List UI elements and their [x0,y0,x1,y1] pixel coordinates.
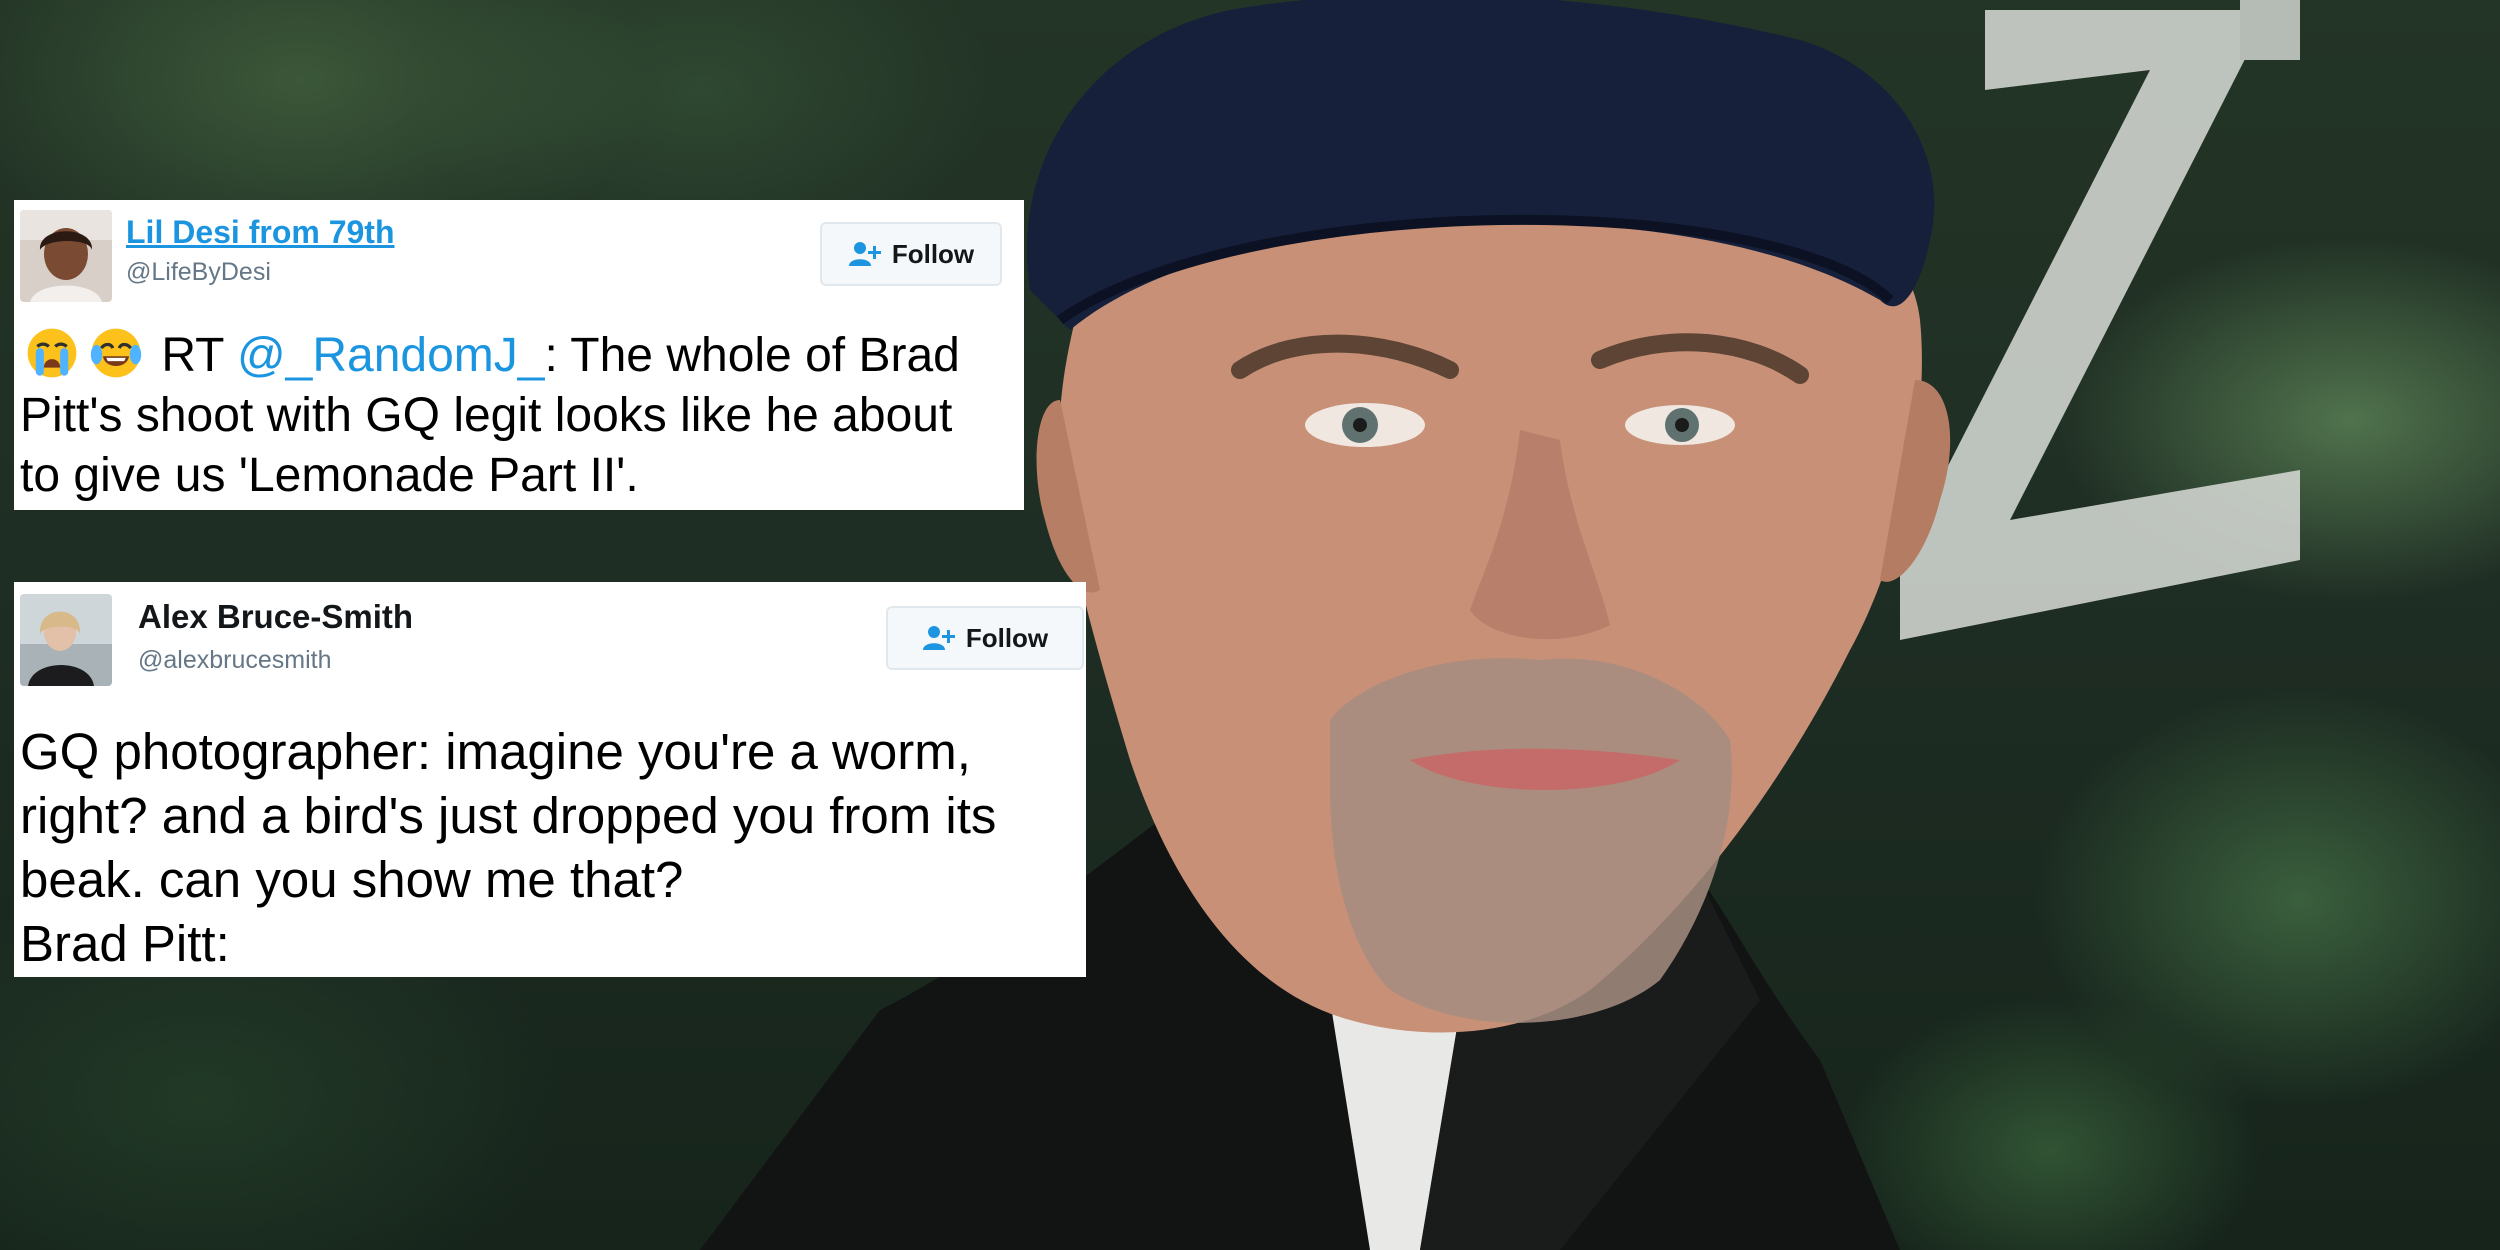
tweet-card-alex-bruce-smith: Alex Bruce-Smith @alexbrucesmith Follow … [14,582,1086,977]
speech-bubble-tail [920,975,1090,1035]
tweet-text: RT @_RandomJ_: The whole of Brad Pitt's … [20,326,1020,506]
user-handle[interactable]: @LifeByDesi [126,258,271,287]
display-name[interactable]: Lil Desi from 79th [126,214,395,251]
follow-label: Follow [891,238,975,269]
tweet-text: GQ photographer: imagine you're a worm, … [20,720,1082,976]
tweet-line-1-rest: : The whole of Brad [544,329,960,382]
tweet-line-2: Pitt's shoot with GQ legit looks like he… [20,389,953,442]
loudly-crying-face-icon [20,327,84,379]
add-user-icon [848,241,882,267]
avatar[interactable] [20,210,112,302]
rt-prefix: RT [161,329,224,382]
follow-button[interactable]: Follow [820,222,1002,286]
tweet-line-1: GQ photographer: imagine you're a worm, [20,723,971,780]
follow-label: Follow [965,622,1049,653]
face-with-tears-of-joy-icon [84,327,148,379]
tweet-line-3: to give us 'Lemonade Part II'. [20,449,639,502]
follow-button[interactable]: Follow [886,606,1084,670]
avatar[interactable] [20,594,112,686]
mention-link[interactable]: @_RandomJ_ [237,329,545,382]
add-user-icon [922,625,956,651]
tweet-line-3: beak. can you show me that? [20,851,684,908]
tweet-line-4: Brad Pitt: [20,915,230,972]
tweet-card-lil-desi: Lil Desi from 79th @LifeByDesi Follow RT… [14,200,1024,510]
tweet-line: RT @_RandomJ_: The whole of Brad [20,326,1020,386]
tweet-line-2: right? and a bird's just dropped you fro… [20,787,997,844]
user-handle[interactable]: @alexbrucesmith [138,646,332,675]
display-name[interactable]: Alex Bruce-Smith [138,598,413,636]
background-letter-shape [1900,0,2300,640]
